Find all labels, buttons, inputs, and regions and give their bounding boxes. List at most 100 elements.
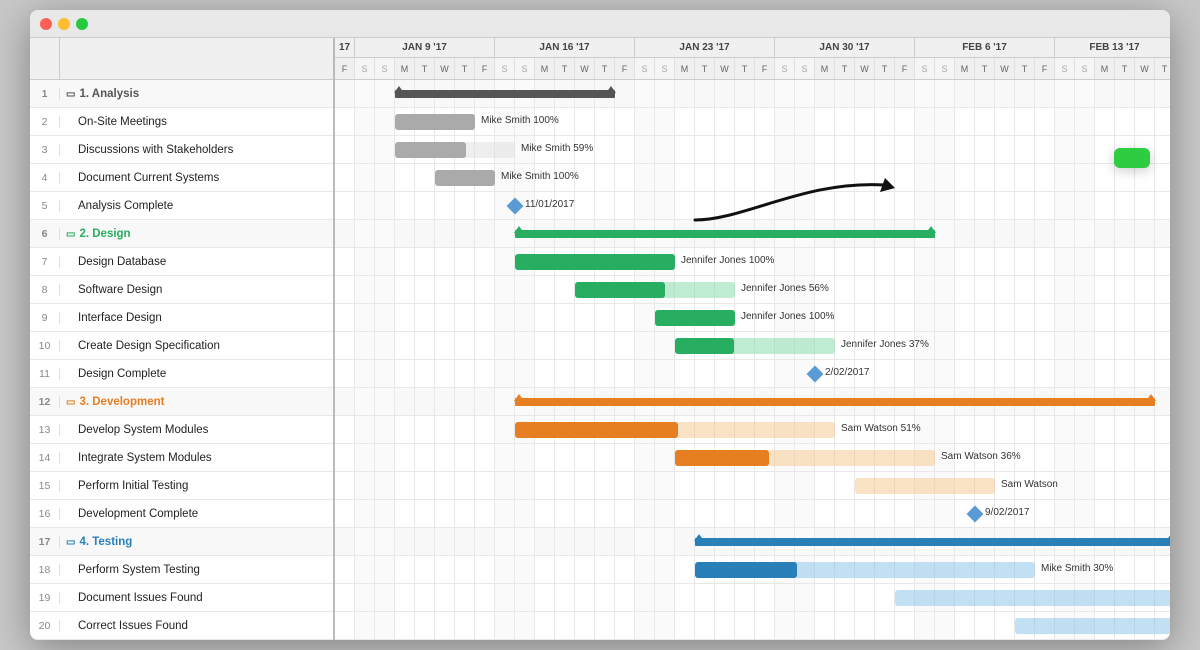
day-cell-21: F — [755, 58, 775, 80]
row-name-16: Development Complete — [60, 508, 333, 520]
row-num-5: 5 — [30, 200, 60, 212]
milestone-label: 11/01/2017 — [525, 199, 574, 210]
task-rows: 1▭1. Analysis2On-Site Meetings3Discussio… — [30, 80, 333, 640]
task-row-4: 4Document Current Systems — [30, 164, 333, 192]
task-list-panel: 1▭1. Analysis2On-Site Meetings3Discussio… — [30, 38, 335, 640]
bar-label: Jennifer Jones 37% — [841, 339, 929, 350]
task-row-13: 13Develop System Modules — [30, 416, 333, 444]
row-name-6: ▭2. Design — [60, 228, 333, 240]
minimize-button[interactable] — [58, 18, 70, 30]
row-num-4: 4 — [30, 172, 60, 184]
task-row-5: 5Analysis Complete — [30, 192, 333, 220]
gantt-row-2: Mike Smith 100% — [335, 108, 1170, 136]
row-name-13: Develop System Modules — [60, 424, 333, 436]
gantt-row-9: Jennifer Jones 100% — [335, 304, 1170, 332]
day-cell-4: T — [415, 58, 435, 80]
row-name-7: Design Database — [60, 256, 333, 268]
cta-arrow — [685, 160, 905, 240]
day-cell-37: S — [1075, 58, 1095, 80]
row-name-8: Software Design — [60, 284, 333, 296]
gantt-row-14: Sam Watson 36% — [335, 444, 1170, 472]
group-bar — [515, 398, 1155, 406]
gantt-bar: Jennifer Jones 56% — [575, 282, 735, 298]
row-num-20: 20 — [30, 620, 60, 632]
titlebar — [30, 10, 1170, 38]
row-num-7: 7 — [30, 256, 60, 268]
day-cell-0: F — [335, 58, 355, 80]
gantt-bar: Jennifer Jones 100% — [515, 254, 675, 270]
day-cell-29: S — [915, 58, 935, 80]
group-bar — [395, 90, 615, 98]
day-cell-35: F — [1035, 58, 1055, 80]
gantt-bar: Sam Watson 36% — [675, 450, 935, 466]
day-cell-5: W — [435, 58, 455, 80]
day-cell-17: M — [675, 58, 695, 80]
milestone-label: 9/02/2017 — [985, 507, 1030, 518]
day-cell-12: W — [575, 58, 595, 80]
gantt-bar: Mike Smith 59% — [395, 142, 515, 158]
gantt-months: 17JAN 9 '17JAN 16 '17JAN 23 '17JAN 30 '1… — [335, 38, 1170, 58]
bar-label: Mike Smith 30% — [1041, 563, 1113, 574]
task-row-9: 9Interface Design — [30, 304, 333, 332]
day-cell-9: S — [515, 58, 535, 80]
col-all-label — [30, 38, 60, 79]
day-cell-41: T — [1155, 58, 1170, 80]
row-name-1: ▭1. Analysis — [60, 88, 333, 100]
bar-label: Sam Watson — [1001, 479, 1058, 490]
bar-label: Jennifer Jones 100% — [741, 311, 834, 322]
month-label: JAN 23 '17 — [635, 38, 775, 57]
gantt-row-7: Jennifer Jones 100% — [335, 248, 1170, 276]
day-cell-23: S — [795, 58, 815, 80]
task-row-7: 7Design Database — [30, 248, 333, 276]
gantt-bar: Mike Smith 30% — [695, 562, 1035, 578]
bar-label: Mike Smith 59% — [521, 143, 593, 154]
row-num-17: 17 — [30, 536, 60, 548]
task-row-2: 2On-Site Meetings — [30, 108, 333, 136]
gantt-row-18: Mike Smith 30% — [335, 556, 1170, 584]
day-cell-36: S — [1055, 58, 1075, 80]
task-row-3: 3Discussions with Stakeholders — [30, 136, 333, 164]
day-cell-39: T — [1115, 58, 1135, 80]
row-num-3: 3 — [30, 144, 60, 156]
row-name-3: Discussions with Stakeholders — [60, 144, 333, 156]
gantt-row-11 — [335, 360, 1170, 388]
row-name-4: Document Current Systems — [60, 172, 333, 184]
row-num-1: 1 — [30, 88, 60, 100]
task-row-18: 18Perform System Testing — [30, 556, 333, 584]
bar-label: Sam Watson 36% — [941, 451, 1021, 462]
day-cell-27: T — [875, 58, 895, 80]
gantt-row-13: Sam Watson 51% — [335, 416, 1170, 444]
gantt-bar: Sam Watson — [855, 478, 995, 494]
row-num-15: 15 — [30, 480, 60, 492]
milestone-label: 2/02/2017 — [825, 367, 870, 378]
close-button[interactable] — [40, 18, 52, 30]
row-num-19: 19 — [30, 592, 60, 604]
cta-banner[interactable] — [1114, 148, 1150, 168]
gantt-days: FSSMTWTFSSMTWTFSSMTWTFSSMTWTFSSMTWTFSSMT… — [335, 58, 1170, 80]
maximize-button[interactable] — [76, 18, 88, 30]
day-cell-19: W — [715, 58, 735, 80]
row-name-2: On-Site Meetings — [60, 116, 333, 128]
month-label: 17 — [335, 38, 355, 57]
task-row-14: 14Integrate System Modules — [30, 444, 333, 472]
task-row-11: 11Design Complete — [30, 360, 333, 388]
day-cell-26: W — [855, 58, 875, 80]
gantt-bar — [1015, 618, 1170, 634]
month-label: JAN 9 '17 — [355, 38, 495, 57]
gantt-bar: Mike Smith 100% — [395, 114, 475, 130]
day-cell-18: T — [695, 58, 715, 80]
row-name-19: Document Issues Found — [60, 592, 333, 604]
gantt-container: 1▭1. Analysis2On-Site Meetings3Discussio… — [30, 38, 1170, 640]
gantt-body: Mike Smith 100% Mike Smith 59% Mike Smith … — [335, 80, 1170, 640]
row-name-15: Perform Initial Testing — [60, 480, 333, 492]
month-label: JAN 30 '17 — [775, 38, 915, 57]
day-cell-1: S — [355, 58, 375, 80]
row-name-9: Interface Design — [60, 312, 333, 324]
col-task-name-label — [60, 38, 333, 79]
day-cell-3: M — [395, 58, 415, 80]
task-row-19: 19Document Issues Found — [30, 584, 333, 612]
task-row-17: 17▭4. Testing — [30, 528, 333, 556]
bar-label: Jennifer Jones 56% — [741, 283, 829, 294]
row-num-6: 6 — [30, 228, 60, 240]
day-cell-34: T — [1015, 58, 1035, 80]
